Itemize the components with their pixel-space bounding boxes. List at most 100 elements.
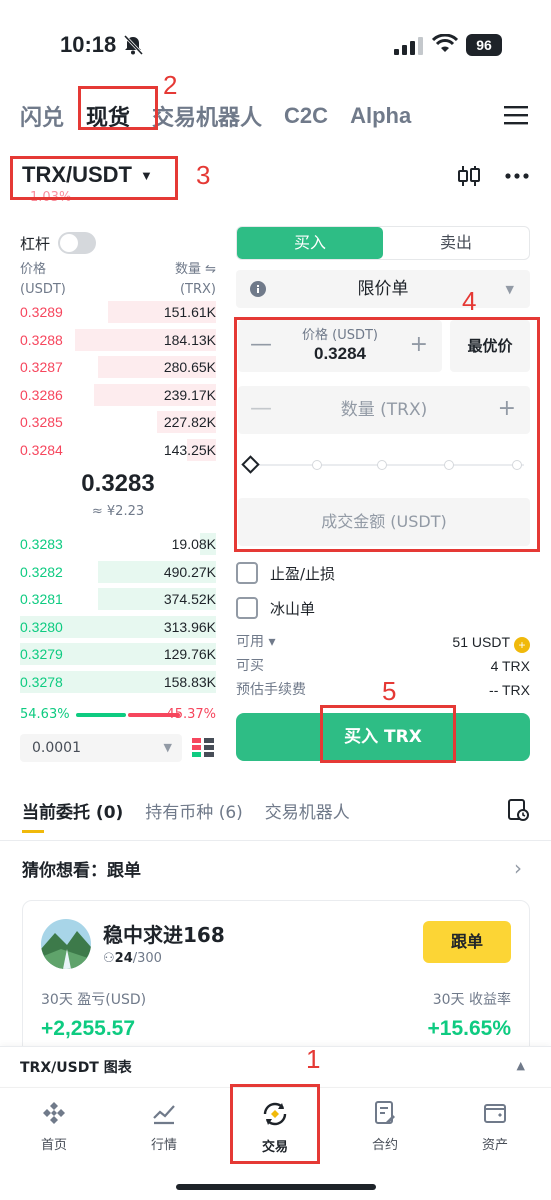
- available-row: 可用 ▾ 51 USDT +: [236, 632, 530, 653]
- chart-drawer[interactable]: TRX/USDT 图表 ▲: [0, 1046, 551, 1086]
- can-buy-label: 可买: [236, 658, 264, 674]
- home-icon: [43, 1102, 65, 1124]
- ask-row[interactable]: 0.3285 227.82K: [20, 410, 216, 434]
- ask-row[interactable]: 0.3288 184.13K: [20, 328, 216, 352]
- annotation-box-pair: [10, 156, 178, 200]
- caret-up-icon[interactable]: ▲: [517, 1059, 525, 1072]
- last-price-cny: ≈ ¥2.23: [91, 504, 145, 519]
- futures-icon: [375, 1101, 395, 1124]
- buy-sell-tabs: 买入 卖出: [236, 226, 530, 260]
- tab-alpha[interactable]: Alpha: [350, 103, 411, 129]
- order-type-select[interactable]: 限价单 ▼: [236, 270, 530, 308]
- orderbook-layout-icon[interactable]: [192, 738, 214, 758]
- nav-futures[interactable]: 合约: [345, 1100, 425, 1153]
- buy-ratio-bar: [76, 713, 126, 717]
- wifi-icon: [432, 34, 458, 52]
- order-history-icon[interactable]: [506, 798, 530, 822]
- annotation-number: 2: [163, 70, 178, 100]
- suggestion-title[interactable]: 猜你想看：跟单: [22, 856, 141, 881]
- order-type-label: 限价单: [357, 279, 409, 299]
- nav-assets[interactable]: 资产: [455, 1100, 535, 1153]
- last-price: 0.3283: [81, 470, 155, 497]
- chart-drawer-title: TRX/USDT 图表: [20, 1060, 132, 1076]
- fee-label: 预估手续费: [236, 682, 306, 698]
- tab-open-orders[interactable]: 当前委托 (0): [22, 798, 123, 823]
- bid-row[interactable]: 0.3278 158.83K: [20, 670, 216, 694]
- copy-trade-button[interactable]: 跟单: [423, 921, 511, 963]
- bid-price: 0.3278: [20, 673, 63, 690]
- iceberg-checkbox[interactable]: [236, 597, 258, 619]
- bid-qty: 313.96K: [163, 618, 216, 635]
- qty-header-block[interactable]: 数量 ⇋ (TRX): [175, 260, 216, 300]
- caret-down-icon: ▼: [505, 283, 514, 296]
- bell-muted-icon: [123, 34, 144, 56]
- pnl-value: +2,255.57: [41, 1017, 136, 1040]
- tp-sl-option[interactable]: 止盈/止损: [236, 562, 335, 584]
- ask-qty: 184.13K: [163, 331, 216, 348]
- can-buy-value: 4 TRX: [490, 658, 530, 674]
- status-time: 10:18: [60, 32, 117, 57]
- ask-row[interactable]: 0.3286 239.17K: [20, 383, 216, 407]
- caret-down-icon: ▼: [163, 741, 172, 754]
- bid-price: 0.3281: [20, 591, 63, 607]
- ask-qty: 227.82K: [163, 414, 216, 430]
- bid-row[interactable]: 0.3279 129.76K: [20, 642, 216, 666]
- tab-trading-bots[interactable]: 交易机器人: [152, 100, 262, 132]
- candlestick-chart-icon[interactable]: [456, 164, 482, 188]
- bid-qty: 129.76K: [163, 646, 216, 662]
- precision-select[interactable]: 0.0001 ▼: [20, 734, 182, 762]
- battery-indicator: 96: [466, 34, 502, 56]
- annotation-box-trade-nav: [230, 1084, 320, 1164]
- bid-qty: 19.08K: [171, 536, 216, 552]
- annotation-number: 3: [196, 160, 211, 190]
- leverage-label: 杠杆: [20, 234, 51, 253]
- fee-value: -- TRX: [489, 682, 530, 698]
- bid-row[interactable]: 0.3282 490.27K: [20, 560, 216, 584]
- avatar: [41, 919, 91, 969]
- tab-bots[interactable]: 交易机器人: [265, 798, 350, 823]
- copy-trader-card[interactable]: 稳中求进168 ⚇24/300 跟单 30天 盈亏(USD) 30天 收益率 +…: [22, 900, 530, 1060]
- tab-convert[interactable]: 闪兑: [20, 100, 64, 132]
- markets-icon: [153, 1105, 175, 1125]
- available-value-wrap: 51 USDT +: [452, 632, 530, 653]
- nav-home[interactable]: 首页: [14, 1100, 94, 1153]
- iceberg-option[interactable]: 冰山单: [236, 597, 315, 619]
- more-options-icon[interactable]: [504, 164, 530, 188]
- bid-price: 0.3279: [20, 646, 63, 662]
- chevron-right-icon[interactable]: ›: [514, 856, 522, 880]
- bid-row[interactable]: 0.3281 374.52K: [20, 587, 216, 611]
- tab-buy[interactable]: 买入: [237, 227, 383, 259]
- buy-sell-ratio: 54.63% 45.37%: [20, 707, 216, 723]
- pnl-label: 30天 盈亏(USD): [41, 992, 147, 1008]
- ask-price: 0.3284: [20, 441, 63, 458]
- orders-tabs: 当前委托 (0) 持有币种 (6) 交易机器人: [22, 798, 372, 823]
- bid-row[interactable]: 0.3283 19.08K: [20, 532, 216, 556]
- tp-sl-checkbox[interactable]: [236, 562, 258, 584]
- ask-price: 0.3288: [20, 331, 63, 348]
- ask-row[interactable]: 0.3284 143.25K: [20, 438, 216, 462]
- bid-price: 0.3283: [20, 536, 63, 552]
- tab-sell[interactable]: 卖出: [383, 227, 529, 259]
- hamburger-menu-icon[interactable]: [504, 104, 528, 126]
- add-funds-icon[interactable]: +: [514, 637, 530, 653]
- ask-price: 0.3286: [20, 386, 63, 403]
- ask-qty: 239.17K: [163, 386, 216, 403]
- ask-qty: 143.25K: [163, 441, 216, 458]
- available-label[interactable]: 可用 ▾: [236, 634, 275, 650]
- bid-qty: 374.52K: [163, 591, 216, 607]
- leverage-toggle[interactable]: [58, 232, 97, 254]
- bid-row[interactable]: 0.3280 313.96K: [20, 615, 216, 639]
- annotation-box-order-form: [234, 317, 540, 552]
- ask-row[interactable]: 0.3287 280.65K: [20, 355, 216, 379]
- tab-holdings[interactable]: 持有币种 (6): [145, 798, 242, 823]
- home-indicator: [176, 1184, 376, 1190]
- roi-value: +15.65%: [427, 1017, 512, 1040]
- qty-header: 数量 ⇋: [174, 262, 216, 277]
- nav-markets[interactable]: 行情: [124, 1100, 204, 1153]
- tab-c2c[interactable]: C2C: [284, 103, 328, 129]
- nav-futures-label: 合约: [371, 1138, 398, 1153]
- ask-row[interactable]: 0.3289 151.61K: [20, 300, 216, 324]
- nav-home-label: 首页: [40, 1138, 67, 1153]
- annotation-number: 1: [306, 1044, 321, 1074]
- ask-price: 0.3285: [20, 414, 63, 430]
